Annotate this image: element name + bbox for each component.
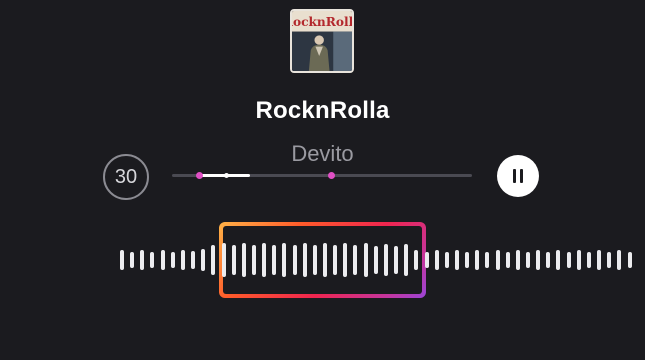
- pause-button[interactable]: [497, 155, 539, 197]
- waveform-bar: [475, 250, 480, 270]
- pause-icon: [511, 169, 525, 183]
- waveform-bar: [201, 249, 206, 271]
- waveform-bar: [515, 250, 520, 270]
- clip-position-track[interactable]: [172, 172, 472, 179]
- waveform-bar: [434, 250, 439, 270]
- waveform-bar: [130, 252, 135, 268]
- waveform-bar: [607, 252, 612, 268]
- waveform-bar: [556, 250, 561, 270]
- clip-editor-screen: RocknRolla RocknRolla Devito 30: [0, 0, 645, 360]
- waveform-bar: [586, 252, 591, 268]
- song-artist: Devito: [291, 141, 354, 166]
- waveform-bar: [170, 252, 175, 268]
- waveform-bar: [566, 252, 571, 268]
- waveform-bar: [150, 252, 155, 268]
- clip-marker: [195, 172, 203, 179]
- playhead-handle[interactable]: [223, 173, 229, 178]
- waveform-bar: [576, 250, 581, 270]
- waveform-bar: [140, 250, 145, 270]
- waveform-bar: [485, 252, 490, 268]
- waveform-bar: [160, 250, 165, 270]
- waveform-bar: [505, 252, 510, 268]
- clip-selection-frame[interactable]: [219, 222, 426, 298]
- waveform-bar: [627, 252, 632, 268]
- waveform-bar: [465, 252, 470, 268]
- clip-duration-label: 30: [114, 165, 138, 188]
- waveform-bar: [120, 250, 124, 270]
- album-art-logo: RocknRolla: [292, 15, 352, 29]
- waveform-bar: [444, 252, 449, 268]
- clip-marker: [327, 172, 335, 179]
- waveform-bar: [617, 250, 622, 270]
- waveform-bar: [495, 250, 500, 270]
- waveform-bar: [454, 250, 459, 270]
- waveform-bar: [526, 252, 530, 268]
- clip-duration-button[interactable]: 30: [103, 154, 149, 200]
- waveform-bar: [191, 251, 196, 269]
- waveform-bar: [211, 245, 216, 275]
- waveform-bar: [180, 250, 185, 270]
- waveform-bar: [597, 250, 602, 270]
- album-art: RocknRolla: [290, 9, 354, 73]
- album-art-image: RocknRolla: [292, 11, 352, 71]
- song-title: RocknRolla: [255, 97, 390, 124]
- waveform-bar: [536, 250, 541, 270]
- waveform-bar: [546, 252, 551, 268]
